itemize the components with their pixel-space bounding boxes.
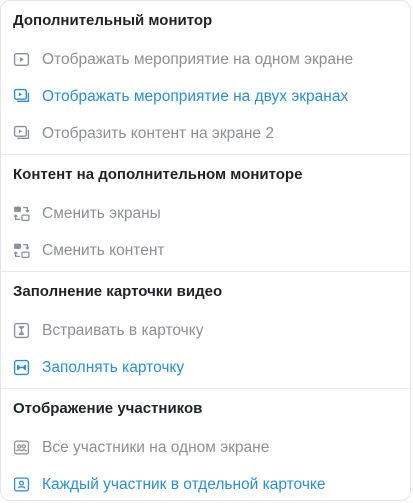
swap-content-icon	[13, 242, 30, 259]
menu-item-fit-card[interactable]: Встраивать в карточку	[1, 312, 410, 349]
section-title: Дополнительный монитор	[13, 12, 213, 29]
menu-item-dual-screen[interactable]: Отображать мероприятие на двух экранах	[1, 78, 410, 115]
menu-item-fill-card[interactable]: Заполнять карточку	[1, 349, 410, 386]
section-video-card-fill: Заполнение карточки видео Встраивать в к…	[1, 272, 410, 389]
swap-screens-icon	[13, 205, 30, 222]
menu-item-swap-content[interactable]: Сменить контент	[1, 232, 410, 269]
menu-item-label: Отобразить контент на экране 2	[42, 124, 274, 142]
menu-item-label: Каждый участник в отдельной карточке	[42, 475, 326, 493]
menu-item-label: Заполнять карточку	[42, 358, 185, 376]
menu-item-label: Отображать мероприятие на двух экранах	[42, 87, 349, 105]
section-secondary-monitor-content: Контент на дополнительном мониторе Смени…	[1, 155, 410, 272]
section-title: Заполнение карточки видео	[13, 283, 223, 300]
menu-item-single-screen[interactable]: Отображать мероприятие на одном экране	[1, 41, 410, 78]
section-additional-monitor: Дополнительный монитор Отображать меропр…	[1, 1, 410, 155]
menu-item-label: Сменить экраны	[42, 204, 161, 222]
section-title: Отображение участников	[13, 400, 203, 417]
menu-item-label: Встраивать в карточку	[42, 321, 204, 339]
content-screen-2-icon	[13, 125, 30, 142]
single-screen-icon	[13, 51, 30, 68]
section-title: Контент на дополнительном мониторе	[13, 166, 303, 183]
participant-card-icon	[13, 476, 30, 493]
menu-item-participant-card[interactable]: Каждый участник в отдельной карточке	[1, 466, 410, 500]
dual-screen-icon	[13, 88, 30, 105]
fill-card-icon	[13, 359, 30, 376]
menu-item-label: Все участники на одном экране	[42, 438, 270, 456]
display-settings-menu: Дополнительный монитор Отображать меропр…	[0, 0, 411, 501]
menu-item-content-screen-2[interactable]: Отобразить контент на экране 2	[1, 115, 410, 152]
section-participants-display: Отображение участников Все участники на …	[1, 389, 410, 500]
fit-card-icon	[13, 322, 30, 339]
menu-item-label: Отображать мероприятие на одном экране	[42, 50, 354, 68]
menu-item-swap-screens[interactable]: Сменить экраны	[1, 195, 410, 232]
menu-item-all-participants[interactable]: Все участники на одном экране	[1, 429, 410, 466]
menu-item-label: Сменить контент	[42, 241, 165, 259]
all-participants-icon	[13, 439, 30, 456]
